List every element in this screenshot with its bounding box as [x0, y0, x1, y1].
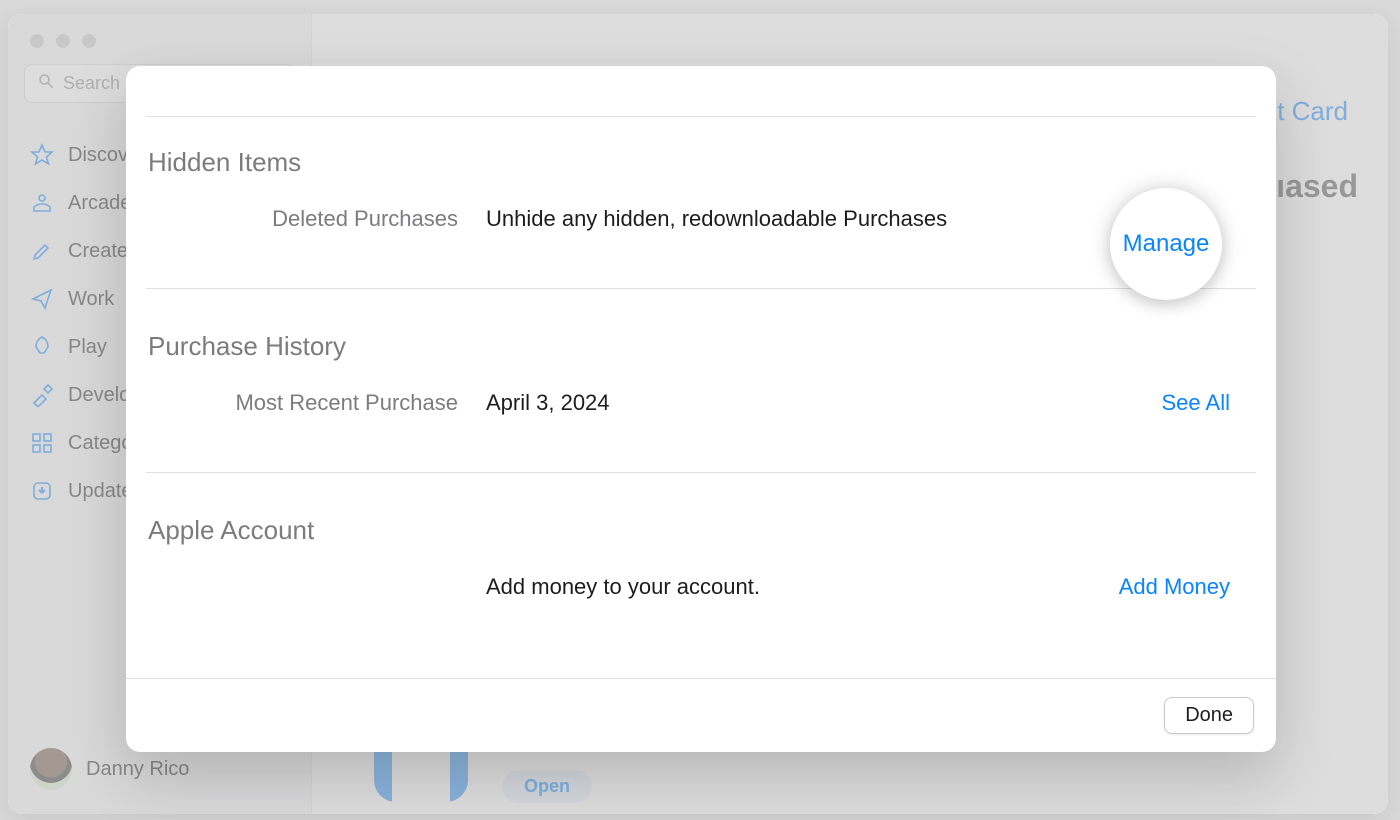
- done-button[interactable]: Done: [1164, 697, 1254, 734]
- row-most-recent: Most Recent Purchase April 3, 2024 See A…: [146, 390, 1256, 416]
- sheet-footer: Done: [126, 678, 1276, 752]
- see-all-link[interactable]: See All: [1146, 390, 1257, 416]
- row-label: Deleted Purchases: [146, 206, 486, 232]
- row-label: Most Recent Purchase: [146, 390, 486, 416]
- highlight-manage: Manage: [1110, 188, 1222, 300]
- manage-link[interactable]: Manage: [1123, 230, 1210, 258]
- account-settings-sheet: Hidden Items Deleted Purchases Unhide an…: [126, 66, 1276, 752]
- add-money-link[interactable]: Add Money: [1103, 574, 1256, 600]
- section-title: Apple Account: [146, 515, 1256, 546]
- row-add-money: Add money to your account. Add Money: [146, 574, 1256, 600]
- row-value: April 3, 2024: [486, 390, 1146, 416]
- section-hidden-items: Hidden Items Deleted Purchases Unhide an…: [146, 116, 1256, 289]
- row-deleted-purchases: Deleted Purchases Unhide any hidden, red…: [146, 206, 1256, 232]
- section-purchase-history: Purchase History Most Recent Purchase Ap…: [146, 289, 1256, 473]
- section-title: Purchase History: [146, 331, 1256, 362]
- section-title: Hidden Items: [146, 147, 1256, 178]
- row-value: Unhide any hidden, redownloadable Purcha…: [486, 206, 1134, 232]
- row-value: Add money to your account.: [486, 574, 1103, 600]
- section-apple-account: Apple Account Add money to your account.…: [146, 473, 1256, 656]
- sheet-body: Hidden Items Deleted Purchases Unhide an…: [126, 66, 1276, 678]
